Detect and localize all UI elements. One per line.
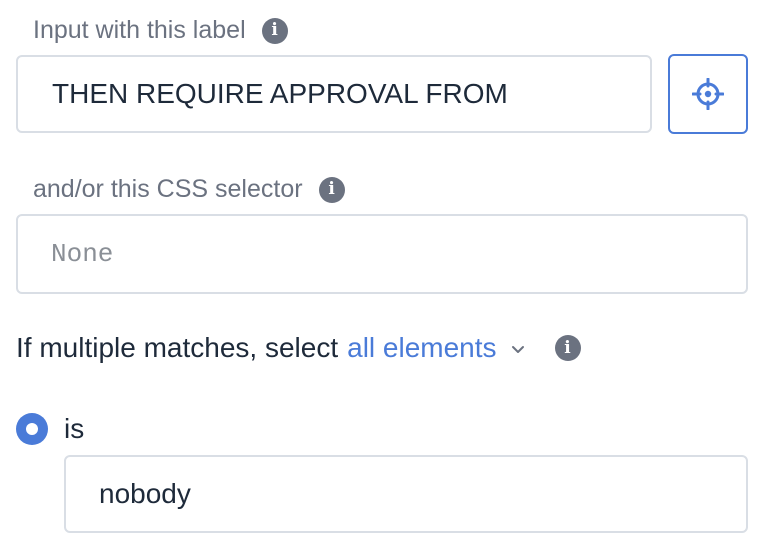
condition-radio[interactable] [16,413,48,445]
css-selector-input[interactable]: None [16,214,748,294]
chevron-down-icon [511,339,525,360]
info-icon[interactable]: i [261,17,288,44]
info-icon[interactable]: i [554,335,581,361]
match-mode-dropdown[interactable]: all elements [347,332,524,364]
info-icon[interactable]: i [318,176,345,203]
condition-radio-row[interactable]: is [16,413,84,445]
condition-value: nobody [99,478,191,509]
label-input-value: THEN REQUIRE APPROVAL FROM [52,78,508,109]
css-selector-placeholder: None [51,239,114,269]
multiple-matches-label: If multiple matches, select [16,332,339,363]
condition-value-input[interactable]: nobody [64,455,748,533]
crosshair-icon [692,78,724,110]
condition-radio-label: is [64,413,85,444]
element-picker-button[interactable] [668,54,748,134]
label-input[interactable]: THEN REQUIRE APPROVAL FROM [16,55,652,133]
label-field-label-row: Input with this label i [33,16,288,45]
css-field-label: and/or this CSS selector [33,175,303,203]
radio-dot [26,423,38,435]
match-mode-selected: all elements [347,332,497,363]
multiple-matches-row: If multiple matches, select all elements… [16,332,581,364]
css-field-label-row: and/or this CSS selector i [33,175,345,204]
label-field-label: Input with this label [33,16,246,44]
